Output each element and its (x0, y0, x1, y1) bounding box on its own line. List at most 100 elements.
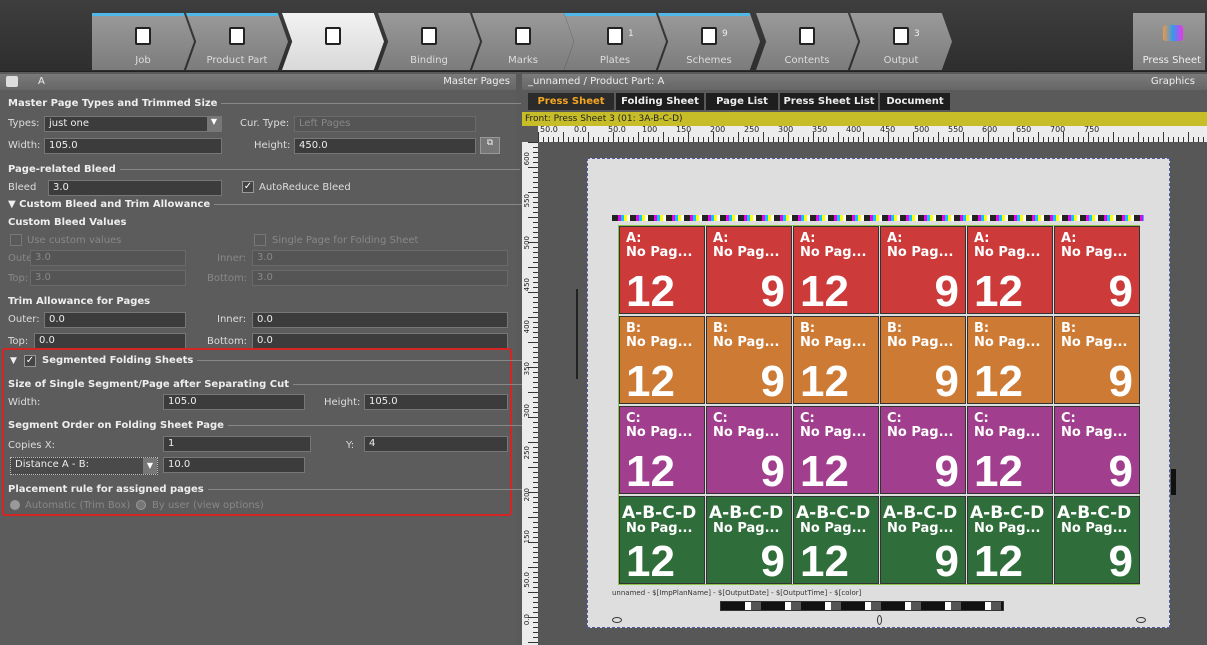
copies-x-input[interactable]: 1 (163, 436, 311, 452)
page-cell[interactable]: A-B-C-D No Pag... 9 (1054, 496, 1140, 584)
ruler-label: 600 (982, 125, 998, 134)
page-cell[interactable]: C: No Pag... 12 (619, 406, 705, 494)
workflow-tab-binding[interactable]: Binding (378, 13, 480, 70)
ruler-tick (1188, 132, 1189, 142)
workflow-tab-plates[interactable]: 1 Plates (564, 13, 666, 70)
ruler-tick (588, 132, 589, 142)
distance-mode-select[interactable]: Distance A - B: ▼ (10, 457, 158, 475)
ruler-tick (528, 592, 538, 593)
workflow-tab-contents[interactable]: Contents (756, 13, 858, 70)
cell-row-label: C: (626, 411, 641, 426)
segment-height-input[interactable]: 105.0 (364, 394, 508, 410)
tab-highlight (658, 13, 750, 16)
trim-outer-input[interactable]: 0.0 (44, 312, 186, 328)
bleed-input[interactable]: 3.0 (48, 180, 222, 196)
page-cell[interactable]: C: No Pag... 12 (967, 406, 1053, 494)
page-cell[interactable]: B: No Pag... 9 (1054, 316, 1140, 404)
by-user-radio[interactable] (136, 500, 146, 510)
copies-y-input[interactable]: 4 (364, 436, 508, 452)
inner-input[interactable]: 3.0 (252, 250, 508, 266)
collapse-segmented-icon[interactable]: ▼ (10, 356, 17, 366)
ruler-label: 0.0 (523, 614, 531, 626)
page-cell[interactable]: B: No Pag... 9 (706, 316, 792, 404)
unlock-icon[interactable] (6, 76, 18, 87)
view-tab-document[interactable]: Document (880, 93, 950, 110)
press-sheet-label: Press Sheet (1142, 55, 1201, 66)
view-tab-folding-sheet[interactable]: Folding Sheet (616, 93, 704, 110)
single-page-checkbox[interactable] (254, 234, 266, 246)
output-icon (893, 27, 909, 45)
tab-label: Binding (410, 55, 448, 66)
types-select[interactable]: just one ▼ (44, 116, 222, 132)
cell-page-text: No Pag... (887, 425, 954, 440)
page-cell[interactable]: B: No Pag... 9 (880, 316, 966, 404)
cur-type-select[interactable]: Left Pages (294, 116, 476, 132)
tab-count: 1 (628, 29, 634, 39)
auto-reduce-checkbox[interactable]: ✓ (242, 181, 254, 193)
master-pages-panel: A Master Pages Master Page Types and Tri… (0, 74, 543, 645)
page-cell[interactable]: A: No Pag... 12 (793, 226, 879, 314)
cell-page-number: 12 (974, 357, 1023, 404)
page-cell[interactable]: B: No Pag... 12 (793, 316, 879, 404)
view-tab-page-list[interactable]: Page List (706, 93, 778, 110)
segmented-checkbox[interactable]: ✓ (24, 355, 36, 367)
segment-width-input[interactable]: 105.0 (163, 394, 305, 410)
cell-page-text: No Pag... (887, 335, 954, 350)
page-cell[interactable]: A: No Pag... 12 (619, 226, 705, 314)
page-cell[interactable]: A-B-C-D No Pag... 9 (880, 496, 966, 584)
automatic-radio[interactable] (10, 500, 20, 510)
use-custom-checkbox[interactable] (10, 234, 22, 246)
tab-count: 3 (914, 29, 920, 39)
cell-page-number: 12 (626, 447, 675, 494)
page-cell[interactable]: B: No Pag... 12 (967, 316, 1053, 404)
page-cell[interactable]: A: No Pag... 9 (706, 226, 792, 314)
cell-page-number: 9 (934, 537, 959, 584)
page-cell[interactable]: A: No Pag... 9 (1054, 226, 1140, 314)
page-cell[interactable]: B: No Pag... 12 (619, 316, 705, 404)
trim-inner-input[interactable]: 0.0 (252, 312, 508, 328)
trim-bottom-input[interactable]: 0.0 (252, 333, 508, 349)
workflow-tab-product-part[interactable]: Product Part (186, 13, 288, 70)
page-cell[interactable]: A-B-C-D No Pag... 12 (793, 496, 879, 584)
view-tab-press-sheet[interactable]: Press Sheet (528, 93, 614, 110)
top-label: Top: (8, 273, 29, 284)
workflow-tab-job[interactable]: Job (92, 13, 194, 70)
page-cell[interactable]: A: No Pag... 9 (880, 226, 966, 314)
section-placement-rule: Placement rule for assigned pages (8, 484, 528, 495)
ruler-label: 300 (523, 404, 531, 418)
page-cell[interactable]: C: No Pag... 12 (793, 406, 879, 494)
page-cell[interactable]: A-B-C-D No Pag... 9 (706, 496, 792, 584)
outer-input[interactable]: 3.0 (30, 250, 186, 266)
ruler-label: 500 (523, 236, 531, 250)
page-cell[interactable]: A-B-C-D No Pag... 12 (619, 496, 705, 584)
section-custom-bleed[interactable]: ▼ Custom Bleed and Trim Allowance (8, 199, 525, 210)
ruler-tick (538, 132, 539, 142)
height-input[interactable]: 450.0 (294, 138, 476, 154)
cell-page-text: No Pag... (800, 245, 867, 260)
page-cell[interactable]: A: No Pag... 12 (967, 226, 1053, 314)
page-cell[interactable]: C: No Pag... 9 (880, 406, 966, 494)
ruler-tick (528, 342, 538, 343)
workflow-tab-master-pages[interactable]: Master Pages (282, 13, 384, 70)
page-cell[interactable]: C: No Pag... 9 (1054, 406, 1140, 494)
width-input[interactable]: 105.0 (44, 138, 222, 154)
trim-top-input[interactable]: 0.0 (34, 333, 186, 349)
top-input[interactable]: 3.0 (30, 270, 186, 286)
view-tab-press-sheet-list[interactable]: Press Sheet List (780, 93, 878, 110)
tab-highlight (186, 13, 278, 16)
workflow-tab-marks[interactable]: Marks (472, 13, 574, 70)
page-cell[interactable]: A-B-C-D No Pag... 12 (967, 496, 1053, 584)
copies-y-label: Y: (346, 440, 355, 451)
cell-page-text: No Pag... (800, 335, 867, 350)
link-dimensions-button[interactable]: ⧉ (480, 137, 500, 154)
cell-row-label: A-B-C-D (1057, 503, 1132, 523)
workflow-tab-schemes[interactable]: 9 Schemes (658, 13, 760, 70)
press-sheet-tab[interactable]: Press Sheet (1133, 13, 1205, 70)
distance-input[interactable]: 10.0 (163, 457, 305, 473)
single-page-label: Single Page for Folding Sheet (272, 235, 419, 246)
press-sheet-canvas[interactable]: A: No Pag... 12 A: No Pag... 9 A: No Pag... 12 A:… (538, 142, 1207, 645)
workflow-tab-output[interactable]: 3 Output (850, 13, 952, 70)
press-sheet[interactable]: A: No Pag... 12 A: No Pag... 9 A: No Pag... 12 A:… (576, 158, 1176, 628)
page-cell[interactable]: C: No Pag... 9 (706, 406, 792, 494)
bottom-input[interactable]: 3.0 (252, 270, 508, 286)
